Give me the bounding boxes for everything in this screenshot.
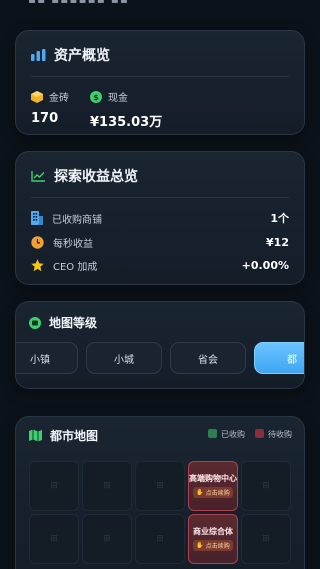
clock-icon <box>31 235 44 249</box>
asset-overview-card: 资产概览 金砖 170 $ 现金 ¥135.03万 <box>15 30 305 135</box>
level-option-metropolis[interactable]: 都 <box>254 342 304 374</box>
income-row-per-second: 每秒收益 ¥12 <box>31 234 289 250</box>
asset-overview-header: 资产概览 <box>31 45 110 65</box>
status-bar-text: ▪▪ ▪▪▪▪▪▪ ▪▪ <box>28 0 129 6</box>
level-option-small-city[interactable]: 小城 <box>86 342 162 374</box>
city-map-card: 都市地图 已收购 待收购 ⊞ ⊞ ⊞ 高端购物中心 ✋ 点击续购 ⊞ ⊞ ⊞ ⊞ … <box>15 416 305 569</box>
map-icon <box>29 429 42 442</box>
map-level-header: 地图等级 <box>29 314 97 331</box>
map-legend: 已收购 待收购 <box>208 429 292 440</box>
map-tile-owned-shopping-center[interactable]: 高端购物中心 ✋ 点击续购 <box>188 461 238 511</box>
gold-asset: 金砖 170 <box>31 89 69 126</box>
hand-icon: ✋ <box>196 489 204 496</box>
map-level-card: 地图等级 小镇 小城 省会 都 <box>15 301 305 389</box>
income-row-value: 1个 <box>270 212 289 225</box>
status-bar: ▪▪ ▪▪▪▪▪▪ ▪▪ <box>0 0 320 14</box>
star-icon <box>31 258 44 272</box>
map-tile[interactable]: ⊞ <box>241 461 291 511</box>
trend-chart-icon <box>31 170 46 182</box>
map-tile[interactable]: ⊞ <box>135 514 185 564</box>
map-tile[interactable]: ⊞ <box>82 514 132 564</box>
level-option-label: 都 <box>287 354 297 366</box>
city-map-header: 都市地图 <box>29 427 98 444</box>
gold-brick-icon <box>31 90 43 103</box>
map-level-title: 地图等级 <box>49 316 98 330</box>
income-row-ceo-bonus: CEO 加成 +0.00% <box>31 257 289 273</box>
income-overview-title: 探索收益总览 <box>54 169 138 185</box>
divider <box>31 76 289 77</box>
level-option-capital[interactable]: 省会 <box>170 342 246 374</box>
city-map-title: 都市地图 <box>50 429 99 443</box>
tile-action-label: 点击续购 <box>205 490 230 497</box>
tile-glyph: ⊞ <box>50 481 58 491</box>
income-overview-card: 探索收益总览 已收购商铺 1个 每秒收益 ¥12 CEO 加成 +0.00% <box>15 151 305 285</box>
income-row-shops: 已收购商铺 1个 <box>31 210 289 226</box>
map-tile[interactable]: ⊞ <box>82 461 132 511</box>
map-tile[interactable]: ⊞ <box>241 514 291 564</box>
legend-owned-label: 已收购 <box>221 430 245 439</box>
income-row-label: 每秒收益 <box>53 238 93 250</box>
map-tile[interactable]: ⊞ <box>135 461 185 511</box>
legend-pending: 待收购 <box>255 429 292 440</box>
tile-glyph: ⊞ <box>103 534 111 544</box>
tile-glyph: ⊞ <box>156 481 164 491</box>
tile-glyph: ⊞ <box>262 481 270 491</box>
tile-name: 高端购物中心 <box>189 474 237 483</box>
divider <box>31 197 289 198</box>
tile-glyph: ⊞ <box>50 534 58 544</box>
cash-asset: $ 现金 ¥135.03万 <box>90 89 162 130</box>
tile-action-button[interactable]: ✋ 点击续购 <box>193 487 233 498</box>
tile-glyph: ⊞ <box>156 534 164 544</box>
level-option-label: 小镇 <box>30 354 50 366</box>
dollar-icon: $ <box>90 90 102 103</box>
tile-glyph: ⊞ <box>103 481 111 491</box>
income-row-label: 已收购商铺 <box>52 214 102 226</box>
level-option-label: 省会 <box>198 354 218 366</box>
map-tile-owned-commercial-complex[interactable]: 商业综合体 ✋ 点击续购 <box>188 514 238 564</box>
cash-label: 现金 <box>108 93 128 104</box>
level-option-town[interactable]: 小镇 <box>16 342 78 374</box>
gold-label: 金砖 <box>49 93 69 104</box>
asset-overview-title: 资产概览 <box>54 48 110 64</box>
income-row-value: ¥12 <box>266 235 289 249</box>
tile-name: 商业综合体 <box>193 527 233 536</box>
cash-value: ¥135.03万 <box>90 115 163 130</box>
gold-value: 170 <box>31 111 59 126</box>
income-overview-header: 探索收益总览 <box>31 166 138 186</box>
level-option-label: 小城 <box>114 354 134 366</box>
income-row-value: +0.00% <box>241 258 289 272</box>
map-level-selector[interactable]: 小镇 小城 省会 都 <box>16 342 304 374</box>
legend-pending-label: 待收购 <box>268 430 292 439</box>
svg-text:$: $ <box>93 93 99 102</box>
tile-action-label: 点击续购 <box>205 543 230 550</box>
tile-glyph: ⊞ <box>262 534 270 544</box>
income-row-label: CEO 加成 <box>53 261 98 273</box>
tile-action-button[interactable]: ✋ 点击续购 <box>193 540 233 551</box>
map-tile[interactable]: ⊞ <box>29 461 79 511</box>
bar-chart-icon <box>31 49 46 61</box>
map-level-icon <box>29 316 41 329</box>
map-tile[interactable]: ⊞ <box>29 514 79 564</box>
legend-owned: 已收购 <box>208 429 245 440</box>
hand-icon: ✋ <box>196 542 204 549</box>
building-icon <box>31 211 43 225</box>
